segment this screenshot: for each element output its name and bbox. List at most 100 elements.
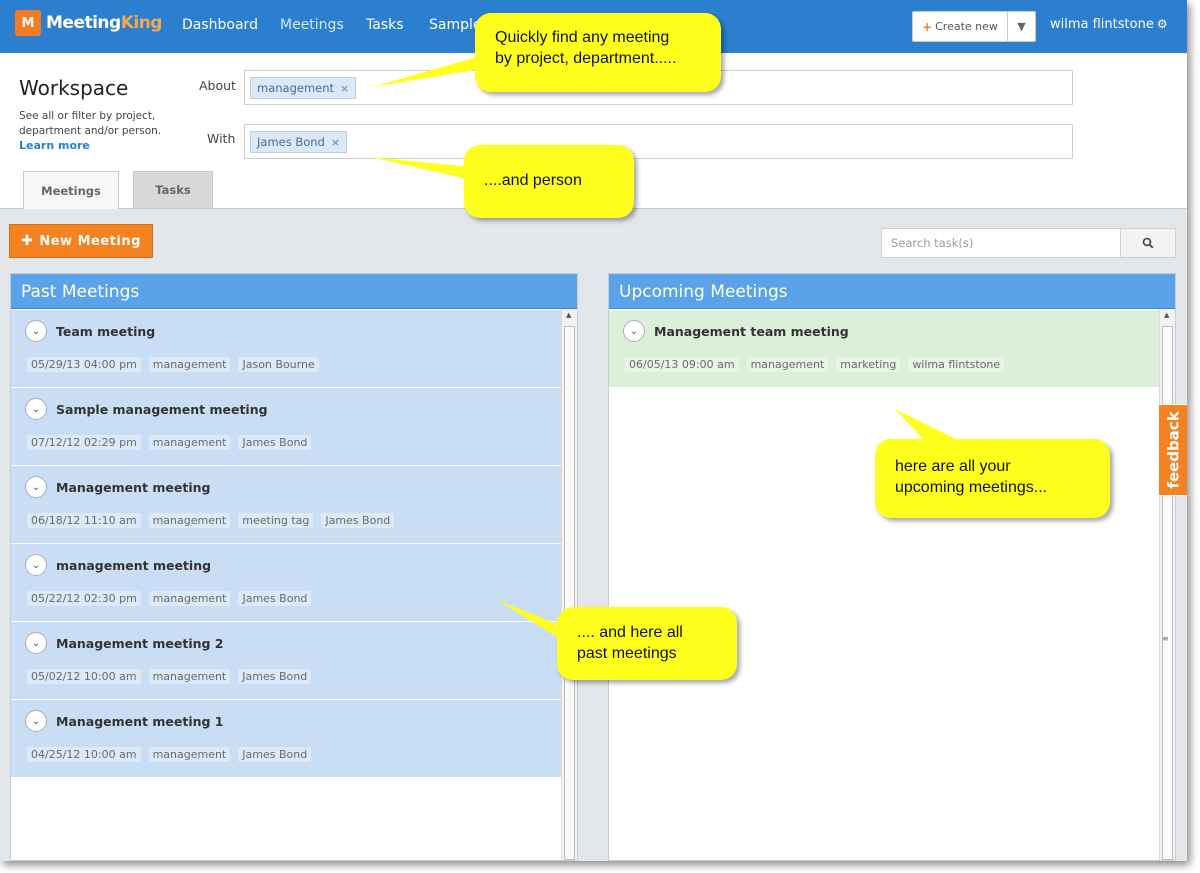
upcoming-scrollbar[interactable]: ▲ ≡ <box>1159 309 1175 860</box>
chevron-down-icon[interactable]: ⌄ <box>25 710 47 732</box>
meeting-tag[interactable]: meeting tag <box>238 513 314 528</box>
callout-pointer-person <box>370 157 472 180</box>
meeting-tag[interactable]: management <box>148 591 231 606</box>
meeting-tag[interactable]: James Bond <box>238 435 312 450</box>
plus-icon: ✚ <box>21 233 34 249</box>
plus-icon: + <box>922 19 933 34</box>
meeting-tag[interactable]: James Bond <box>321 513 395 528</box>
meeting-tags: 05/29/13 04:00 pm management Jason Bourne <box>27 357 319 372</box>
meeting-datetime: 06/05/13 09:00 am <box>625 357 739 372</box>
meeting-tags: 06/18/12 11:10 am management meeting tag Ja… <box>27 513 395 528</box>
callout-find-line-2: by project, department..... <box>495 50 677 67</box>
meeting-title[interactable]: management meeting <box>56 558 211 573</box>
nav-meetings[interactable]: Meetings <box>280 17 344 33</box>
meeting-row[interactable]: ⌄ Sample management meeting 07/12/12 02:29… <box>11 388 561 466</box>
meeting-datetime: 07/12/12 02:29 pm <box>27 435 141 450</box>
meeting-tag[interactable]: management <box>148 513 231 528</box>
meeting-tag[interactable]: management <box>148 669 231 684</box>
meeting-tag[interactable]: wilma flintstone <box>908 357 1005 372</box>
tab-tasks[interactable]: Tasks <box>133 171 213 208</box>
meeting-tag[interactable]: James Bond <box>238 669 312 684</box>
callout-past-line-1: .... and here all <box>577 624 683 641</box>
about-label: About <box>199 78 236 93</box>
new-meeting-button[interactable]: ✚ New Meeting <box>9 224 153 258</box>
meeting-row[interactable]: ⌄ Team meeting 05/29/13 04:00 pm management… <box>11 310 561 388</box>
workspace-description: See all or filter by project, department… <box>19 110 162 137</box>
create-new-button[interactable]: + Create new ▼ <box>912 11 1036 42</box>
meeting-tag[interactable]: management <box>148 747 231 762</box>
about-chip[interactable]: management × <box>250 77 357 99</box>
tab-meetings[interactable]: Meetings <box>23 171 119 209</box>
chevron-down-icon[interactable]: ⌄ <box>25 632 47 654</box>
with-filter-input[interactable]: James Bond × <box>244 124 1073 159</box>
meeting-row[interactable]: ⌄ Management team meeting 06/05/13 09:00 a… <box>609 310 1159 388</box>
meeting-tag[interactable]: management <box>148 435 231 450</box>
create-new-main[interactable]: + Create new <box>913 12 1008 41</box>
past-scrollbar[interactable]: ▲ <box>561 309 577 860</box>
chevron-down-icon[interactable]: ⌄ <box>25 320 47 342</box>
page-title: Workspace <box>19 76 129 100</box>
nav-tasks[interactable]: Tasks <box>366 17 404 33</box>
callout-upcoming-line-1: here are all your <box>895 458 1011 475</box>
scroll-up-icon[interactable]: ▲ <box>566 311 571 319</box>
meeting-tags: 05/02/12 10:00 am management James Bond <box>27 669 312 684</box>
callout-past-line-2: past meetings <box>577 645 677 662</box>
chevron-down-icon[interactable]: ▼ <box>1008 12 1035 41</box>
search-button[interactable] <box>1120 228 1176 258</box>
search-input[interactable]: Search task(s) <box>881 228 1121 258</box>
callout-past: .... and here all past meetings <box>557 607 737 680</box>
nav-dashboard[interactable]: Dashboard <box>182 17 258 33</box>
meeting-tag[interactable]: James Bond <box>238 747 312 762</box>
callout-find-line-1: Quickly find any meeting <box>495 29 670 46</box>
close-icon[interactable]: × <box>340 82 349 95</box>
meeting-title[interactable]: Management team meeting <box>654 324 849 339</box>
gear-icon: ⚙ <box>1156 17 1168 31</box>
meeting-title[interactable]: Management meeting 2 <box>56 636 224 651</box>
scroll-up-icon[interactable]: ▲ <box>1164 311 1169 319</box>
past-meetings-list: ⌄ Team meeting 05/29/13 04:00 pm management… <box>11 310 561 778</box>
meeting-tag[interactable]: marketing <box>836 357 901 372</box>
feedback-label: feedback <box>1164 411 1183 489</box>
meeting-tags: 04/25/12 10:00 am management James Bond <box>27 747 312 762</box>
with-chip[interactable]: James Bond × <box>250 131 348 153</box>
meeting-title[interactable]: Management meeting <box>56 480 210 495</box>
scroll-grip-icon: ≡ <box>1162 634 1169 643</box>
nav-sample[interactable]: Sample <box>429 17 482 33</box>
callout-find: Quickly find any meeting by project, dep… <box>475 13 721 92</box>
meeting-datetime: 05/02/12 10:00 am <box>27 669 141 684</box>
scroll-thumb[interactable] <box>564 326 575 860</box>
meeting-row[interactable]: ⌄ Management meeting 1 04/25/12 10:00 am ma… <box>11 700 561 778</box>
meeting-datetime: 05/29/13 04:00 pm <box>27 357 141 372</box>
meeting-title[interactable]: Team meeting <box>56 324 155 339</box>
upcoming-meetings-panel: Upcoming Meetings ⌄ Management team meeti… <box>608 273 1176 861</box>
meeting-tags: 05/22/12 02:30 pm management James Bond <box>27 591 312 606</box>
meeting-datetime: 05/22/12 02:30 pm <box>27 591 141 606</box>
chevron-down-icon[interactable]: ⌄ <box>25 476 47 498</box>
meeting-tag[interactable]: Jason Bourne <box>238 357 319 372</box>
meeting-tag[interactable]: management <box>148 357 231 372</box>
meeting-title[interactable]: Management meeting 1 <box>56 714 224 729</box>
learn-more-link[interactable]: Learn more <box>19 139 90 152</box>
chip-label: James Bond <box>257 135 325 149</box>
user-menu[interactable]: wilma flintstone ⚙ <box>1050 17 1168 32</box>
upcoming-meetings-list: ⌄ Management team meeting 06/05/13 09:00 a… <box>609 310 1159 388</box>
user-name: wilma flintstone <box>1050 17 1154 32</box>
chip-label: management <box>257 81 335 95</box>
chevron-down-icon[interactable]: ⌄ <box>25 554 47 576</box>
meeting-row[interactable]: ⌄ Management meeting 06/18/12 11:10 am mana… <box>11 466 561 544</box>
meeting-title[interactable]: Sample management meeting <box>56 402 268 417</box>
chevron-down-icon[interactable]: ⌄ <box>25 398 47 420</box>
logo[interactable]: M MeetingKing <box>15 10 162 36</box>
meeting-row[interactable]: ⌄ Management meeting 2 05/02/12 10:00 am ma… <box>11 622 561 700</box>
meeting-tags: 07/12/12 02:29 pm management James Bond <box>27 435 312 450</box>
new-meeting-label: New Meeting <box>39 233 141 249</box>
meeting-row[interactable]: ⌄ management meeting 05/22/12 02:30 pm mana… <box>11 544 561 622</box>
meeting-tag[interactable]: James Bond <box>238 591 312 606</box>
feedback-tab[interactable]: feedback <box>1158 404 1187 496</box>
meeting-datetime: 06/18/12 11:10 am <box>27 513 141 528</box>
meeting-tag[interactable]: management <box>746 357 829 372</box>
logo-text: MeetingKing <box>46 13 162 33</box>
close-icon[interactable]: × <box>331 136 340 149</box>
create-new-label: Create new <box>935 20 998 33</box>
chevron-down-icon[interactable]: ⌄ <box>623 320 645 342</box>
